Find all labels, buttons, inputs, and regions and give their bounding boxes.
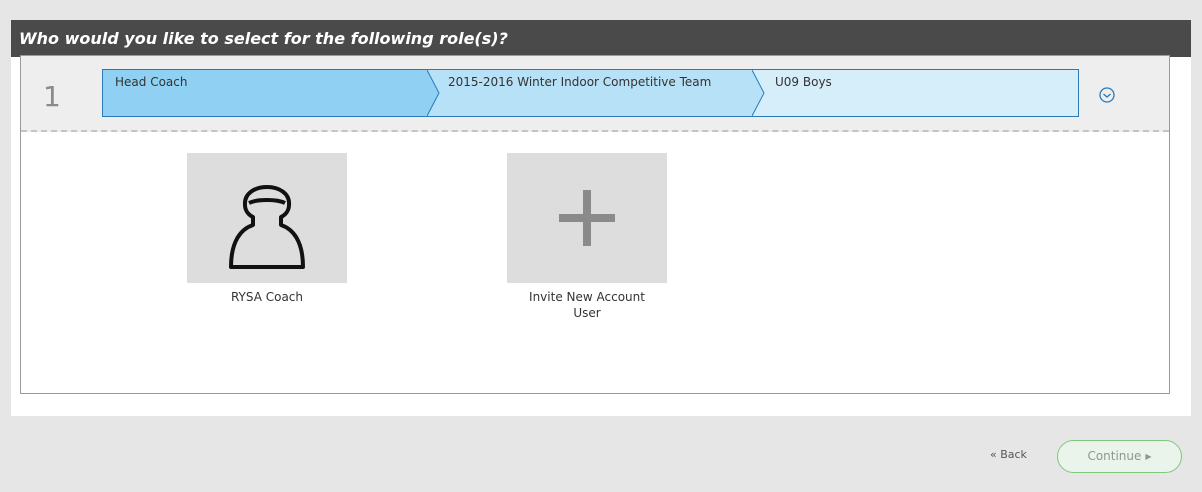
role-breadcrumb: Head Coach 2015-2016 Winter Indoor Compe… xyxy=(102,69,1079,117)
breadcrumb-team: 2015-2016 Winter Indoor Competitive Team xyxy=(428,70,753,116)
breadcrumb-role: Head Coach xyxy=(103,70,428,116)
candidate-label: Invite New Account User xyxy=(529,290,645,320)
breadcrumb-division: U09 Boys xyxy=(753,70,1078,116)
continue-label: Continue xyxy=(1087,449,1142,463)
candidate-image[interactable] xyxy=(507,153,667,283)
role-number: 1 xyxy=(43,80,61,113)
candidate-list: RYSA Coach Invite New Account User xyxy=(21,132,1169,393)
footer: « Back Continue ▶ xyxy=(0,440,1202,480)
person-avatar-icon xyxy=(229,185,305,269)
candidate-image[interactable] xyxy=(187,153,347,283)
page-title: Who would you like to select for the fol… xyxy=(11,20,1191,57)
breadcrumb-separator-icon xyxy=(752,70,765,116)
candidate-invite-new-user[interactable]: Invite New Account User xyxy=(507,153,667,321)
triangle-right-icon: ▶ xyxy=(1145,452,1152,461)
back-link[interactable]: « Back xyxy=(990,448,1027,461)
collapse-circle-icon[interactable] xyxy=(1097,85,1117,105)
breadcrumb-separator-icon xyxy=(427,70,440,116)
candidate-rysa-coach[interactable]: RYSA Coach xyxy=(187,153,347,305)
plus-icon xyxy=(559,190,615,246)
role-card: 1 Head Coach 2015-2016 Winter Indoor Com… xyxy=(20,55,1170,394)
candidate-label: RYSA Coach xyxy=(230,290,304,304)
continue-button[interactable]: Continue ▶ xyxy=(1057,440,1182,473)
role-bar: 1 Head Coach 2015-2016 Winter Indoor Com… xyxy=(21,56,1169,132)
